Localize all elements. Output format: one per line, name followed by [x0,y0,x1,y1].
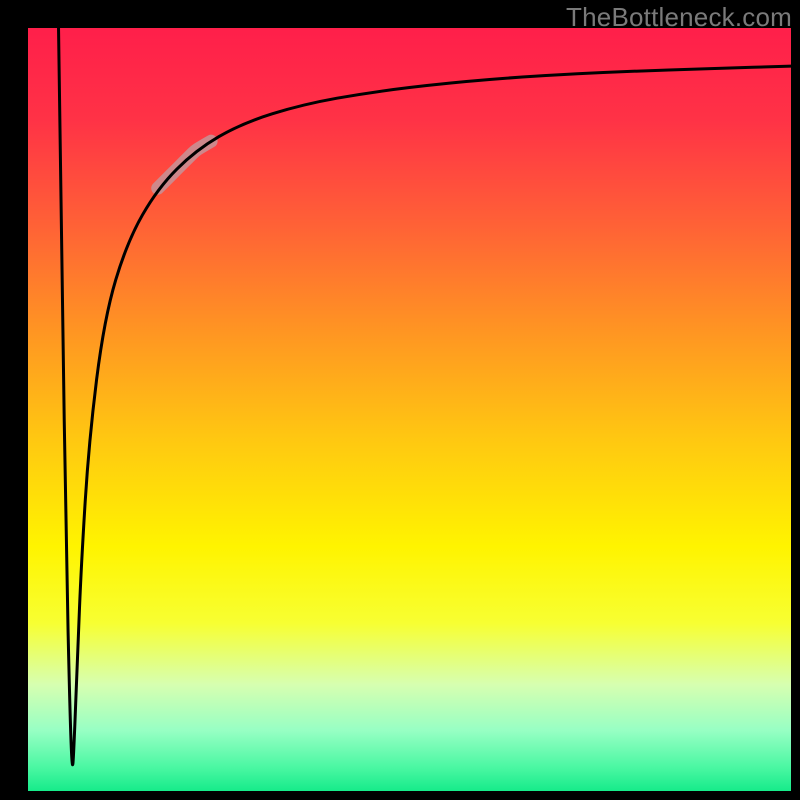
watermark-text: TheBottleneck.com [566,2,792,33]
plot-area [28,28,791,791]
chart-container: TheBottleneck.com [0,0,800,800]
gradient-background [28,28,791,791]
chart-svg [0,0,800,800]
